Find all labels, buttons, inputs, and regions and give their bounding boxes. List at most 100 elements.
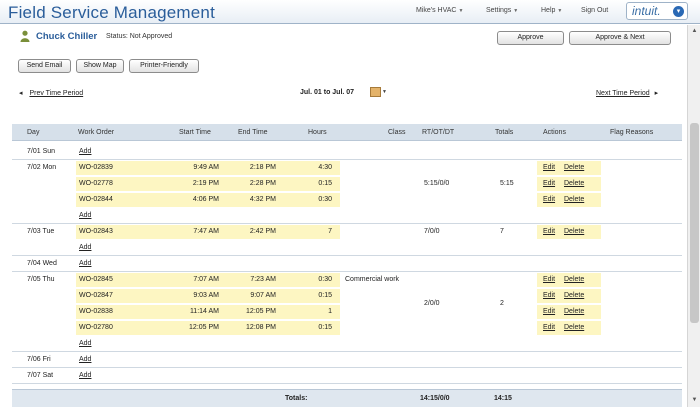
company-menu[interactable]: Mike's HVAC ▼	[416, 7, 463, 14]
end-time: 2:28 PM	[249, 180, 276, 187]
day-label: 7/06 Fri	[27, 356, 51, 363]
hours-value: 0:30	[318, 276, 332, 283]
end-time: 2:18 PM	[249, 164, 276, 171]
delete-link[interactable]: Delete	[564, 164, 584, 171]
hours-value: 1	[328, 308, 332, 315]
row-divider	[12, 255, 682, 256]
add-link[interactable]: Add	[79, 340, 91, 347]
class-value: Commercial work	[345, 276, 400, 283]
day-rt-ot-dt: 2/0/0	[424, 300, 440, 307]
next-period-label: Next Time Period	[596, 90, 650, 97]
start-time: 7:47 AM	[193, 228, 219, 235]
prev-period-link[interactable]: ◂ Prev Time Period	[19, 89, 83, 97]
top-bar: Field Service Management Mike's HVAC ▼ Se…	[0, 0, 700, 24]
grid-header: Day Work Order Start Time End Time Hours…	[12, 124, 682, 141]
delete-link[interactable]: Delete	[564, 308, 584, 315]
delete-link[interactable]: Delete	[564, 228, 584, 235]
scroll-thumb[interactable]	[690, 123, 699, 323]
delete-link[interactable]: Delete	[564, 180, 584, 187]
hours-value: 0:30	[318, 196, 332, 203]
add-link[interactable]: Add	[79, 148, 91, 155]
end-time: 12:05 PM	[246, 308, 276, 315]
col-end-time: End Time	[238, 129, 268, 136]
work-order-link[interactable]: WO-02844	[79, 196, 113, 203]
chevron-down-icon[interactable]: ▼	[382, 89, 387, 95]
work-order-link[interactable]: WO-02778	[79, 180, 113, 187]
work-order-link[interactable]: WO-02845	[79, 276, 113, 283]
edit-link[interactable]: Edit	[543, 276, 555, 283]
row-divider	[12, 223, 682, 224]
add-link[interactable]: Add	[79, 212, 91, 219]
employee-name[interactable]: Chuck Chiller	[36, 31, 97, 42]
edit-link[interactable]: Edit	[543, 308, 555, 315]
arrow-left-icon: ◂	[19, 90, 23, 97]
col-day: Day	[27, 129, 40, 136]
prev-period-label: Prev Time Period	[29, 90, 84, 97]
chevron-down-icon[interactable]: ▾	[673, 6, 684, 17]
day-label: 7/01 Sun	[27, 148, 56, 155]
arrow-right-icon: ▸	[654, 90, 659, 97]
day-rt-ot-dt: 5:15/0/0	[424, 180, 450, 187]
edit-link[interactable]: Edit	[543, 196, 555, 203]
row-divider	[12, 271, 682, 272]
work-order-link[interactable]: WO-02847	[79, 292, 113, 299]
edit-link[interactable]: Edit	[543, 292, 555, 299]
hours-value: 0:15	[318, 180, 332, 187]
edit-link[interactable]: Edit	[543, 228, 555, 235]
work-order-link[interactable]: WO-02780	[79, 324, 113, 331]
add-link[interactable]: Add	[79, 260, 91, 267]
settings-menu[interactable]: Settings ▼	[486, 7, 518, 14]
start-time: 9:49 AM	[193, 164, 219, 171]
col-class: Class	[388, 129, 406, 136]
show-map-button[interactable]: Show Map	[76, 59, 124, 73]
scroll-down-icon[interactable]: ▼	[689, 395, 700, 405]
scroll-up-icon[interactable]: ▲	[689, 26, 700, 36]
approve-button[interactable]: Approve	[497, 31, 564, 45]
intuit-logo: intuit. ▾	[626, 2, 688, 20]
end-time: 12:08 PM	[246, 324, 276, 331]
edit-link[interactable]: Edit	[543, 164, 555, 171]
totals-total: 14:15	[494, 395, 512, 402]
day-total: 2	[500, 300, 504, 307]
add-link[interactable]: Add	[79, 356, 91, 363]
col-work-order: Work Order	[78, 129, 115, 136]
vertical-scrollbar[interactable]: ▲ ▼	[687, 25, 700, 407]
company-menu-label: Mike's HVAC	[416, 7, 457, 14]
sign-out-link[interactable]: Sign Out	[581, 7, 608, 14]
calendar-icon[interactable]	[370, 87, 381, 97]
col-rt-ot-dt: RT/OT/DT	[422, 129, 455, 136]
work-order-link[interactable]: WO-02838	[79, 308, 113, 315]
delete-link[interactable]: Delete	[564, 292, 584, 299]
add-link[interactable]: Add	[79, 244, 91, 251]
day-label: 7/05 Thu	[27, 276, 55, 283]
help-menu[interactable]: Help ▼	[541, 7, 562, 14]
totals-label: Totals:	[285, 395, 308, 402]
row-divider	[12, 383, 682, 384]
end-time: 2:42 PM	[249, 228, 276, 235]
help-menu-label: Help	[541, 7, 556, 14]
start-time: 9:03 AM	[193, 292, 219, 299]
work-order-link[interactable]: WO-02843	[79, 228, 113, 235]
row-divider	[12, 159, 682, 160]
work-order-link[interactable]: WO-02839	[79, 164, 113, 171]
hours-value: 0:15	[318, 324, 332, 331]
day-label: 7/07 Sat	[27, 372, 54, 379]
edit-link[interactable]: Edit	[543, 180, 555, 187]
end-time: 4:32 PM	[249, 196, 276, 203]
add-link[interactable]: Add	[79, 372, 91, 379]
approve-next-button[interactable]: Approve & Next	[569, 31, 671, 45]
day-label: 7/02 Mon	[27, 164, 57, 171]
day-total: 7	[500, 228, 504, 235]
next-period-link[interactable]: Next Time Period ▸	[596, 89, 658, 97]
send-email-button[interactable]: Send Email	[18, 59, 71, 73]
delete-link[interactable]: Delete	[564, 276, 584, 283]
start-time: 4:06 PM	[192, 196, 219, 203]
printer-friendly-button[interactable]: Printer-Friendly	[129, 59, 199, 73]
approval-status: Status: Not Approved	[106, 33, 173, 40]
delete-link[interactable]: Delete	[564, 324, 584, 331]
start-time: 11:14 AM	[189, 308, 219, 315]
edit-link[interactable]: Edit	[543, 324, 555, 331]
totals-row: Totals: 14:15/0/0 14:15	[12, 389, 682, 407]
delete-link[interactable]: Delete	[564, 196, 584, 203]
hours-value: 4:30	[318, 164, 332, 171]
